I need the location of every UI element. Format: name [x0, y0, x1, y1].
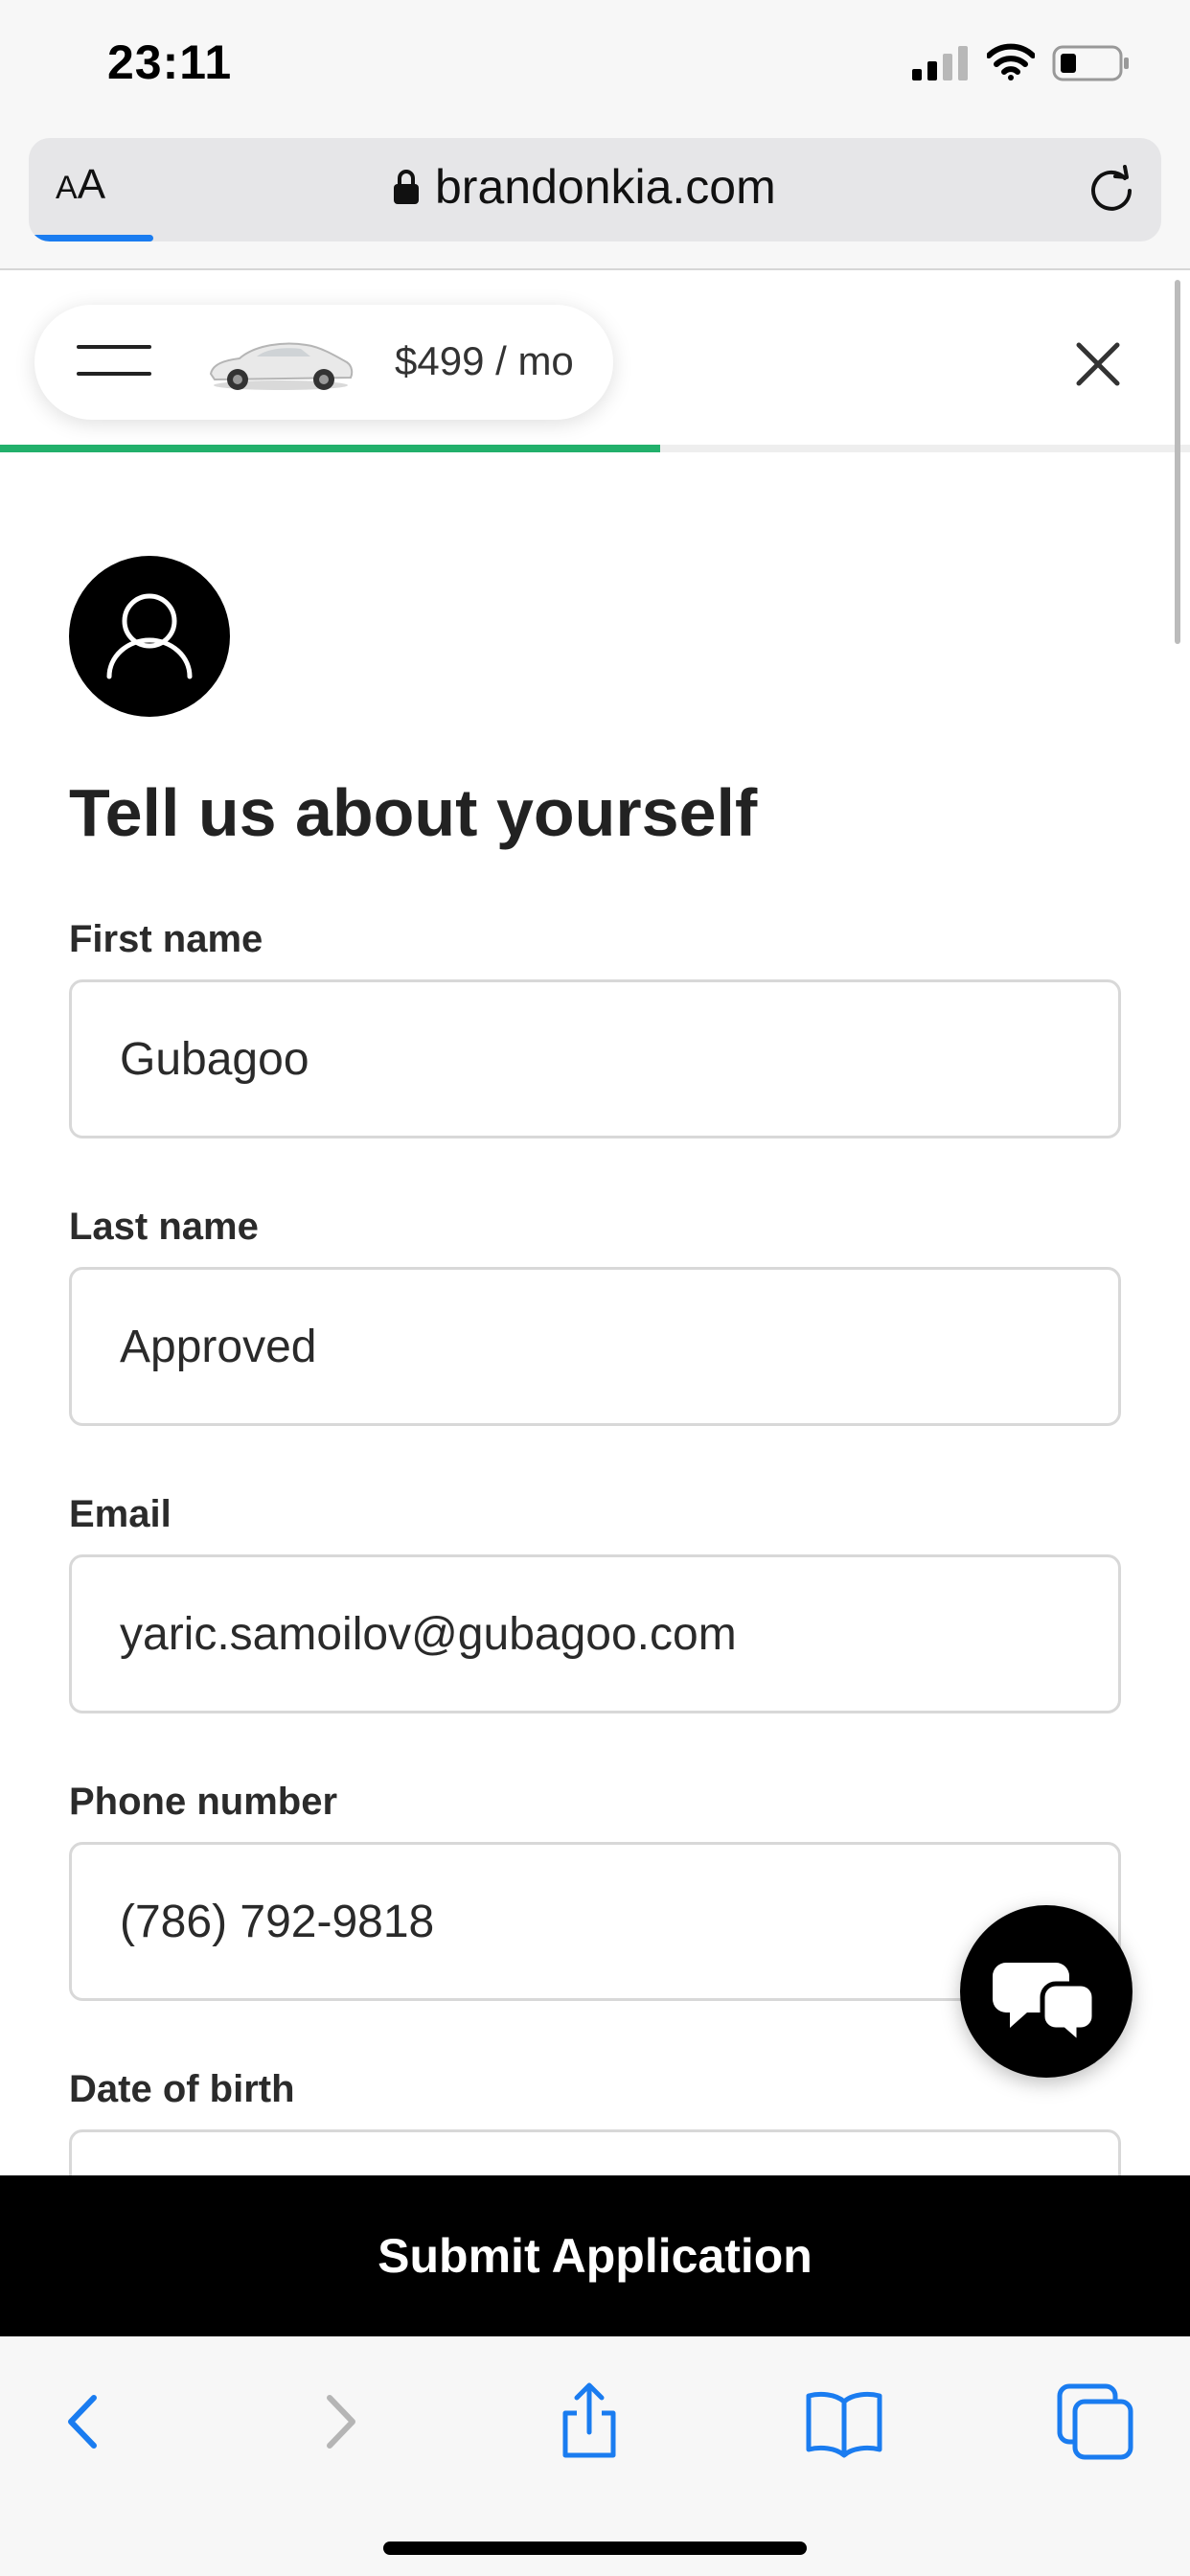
chat-button[interactable] — [960, 1905, 1133, 2078]
tabs-icon — [1057, 2383, 1133, 2460]
form-title: Tell us about yourself — [69, 775, 758, 850]
car-image — [209, 342, 354, 390]
date-of-birth-label: Date of birth — [69, 2068, 295, 2110]
url-display[interactable]: brandonkia.com — [393, 159, 776, 215]
monthly-price: $499 / mo — [395, 338, 574, 383]
signal-icon — [912, 46, 968, 80]
forward-icon — [327, 2395, 355, 2449]
tabs-button[interactable] — [1052, 2379, 1138, 2465]
address-bar[interactable]: AA brandonkia.com — [29, 138, 1161, 242]
email-label: Email — [69, 1493, 172, 1535]
status-time: 23:11 — [107, 35, 233, 89]
battery-icon — [1052, 45, 1129, 81]
bookmarks-icon — [806, 2391, 882, 2458]
last-name-field[interactable] — [69, 1267, 1121, 1426]
back-button[interactable] — [40, 2379, 126, 2465]
text-size-large-label: A — [77, 161, 106, 208]
reload-icon[interactable] — [1087, 165, 1136, 215]
text-size-small-label: A — [56, 170, 78, 206]
browser-address-area: AA brandonkia.com — [0, 134, 1190, 270]
lock-icon — [394, 170, 419, 204]
text-size-button[interactable]: AA — [56, 161, 105, 209]
phone-label: Phone number — [69, 1781, 338, 1823]
submit-application-button[interactable]: Submit Application — [0, 2175, 1190, 2336]
bookmarks-button[interactable] — [801, 2379, 887, 2465]
share-button[interactable] — [546, 2379, 632, 2465]
wifi-icon — [987, 43, 1035, 80]
forward-button[interactable] — [297, 2379, 383, 2465]
url-text: brandonkia.com — [435, 160, 776, 214]
step-progress-fill — [0, 445, 661, 452]
user-avatar — [69, 556, 230, 717]
step-progress-track — [0, 445, 1190, 452]
share-icon — [562, 2382, 616, 2458]
back-icon — [68, 2395, 97, 2449]
scroll-indicator — [1175, 280, 1180, 644]
browser-toolbar — [0, 2336, 1190, 2576]
vehicle-summary-pill[interactable]: $499 / mo — [34, 305, 613, 420]
last-name-label: Last name — [69, 1206, 259, 1248]
page-load-progress — [29, 235, 154, 242]
first-name-field[interactable] — [69, 979, 1121, 1138]
close-icon[interactable] — [1069, 335, 1127, 393]
chat-icon — [993, 1963, 1097, 2049]
menu-icon[interactable] — [77, 343, 151, 378]
user-icon — [106, 593, 193, 679]
page-header: $499 / mo — [0, 272, 1190, 452]
home-indicator[interactable] — [383, 2542, 807, 2555]
email-field[interactable] — [69, 1554, 1121, 1714]
status-bar: 23:11 — [0, 0, 1190, 134]
first-name-label: First name — [69, 918, 263, 960]
